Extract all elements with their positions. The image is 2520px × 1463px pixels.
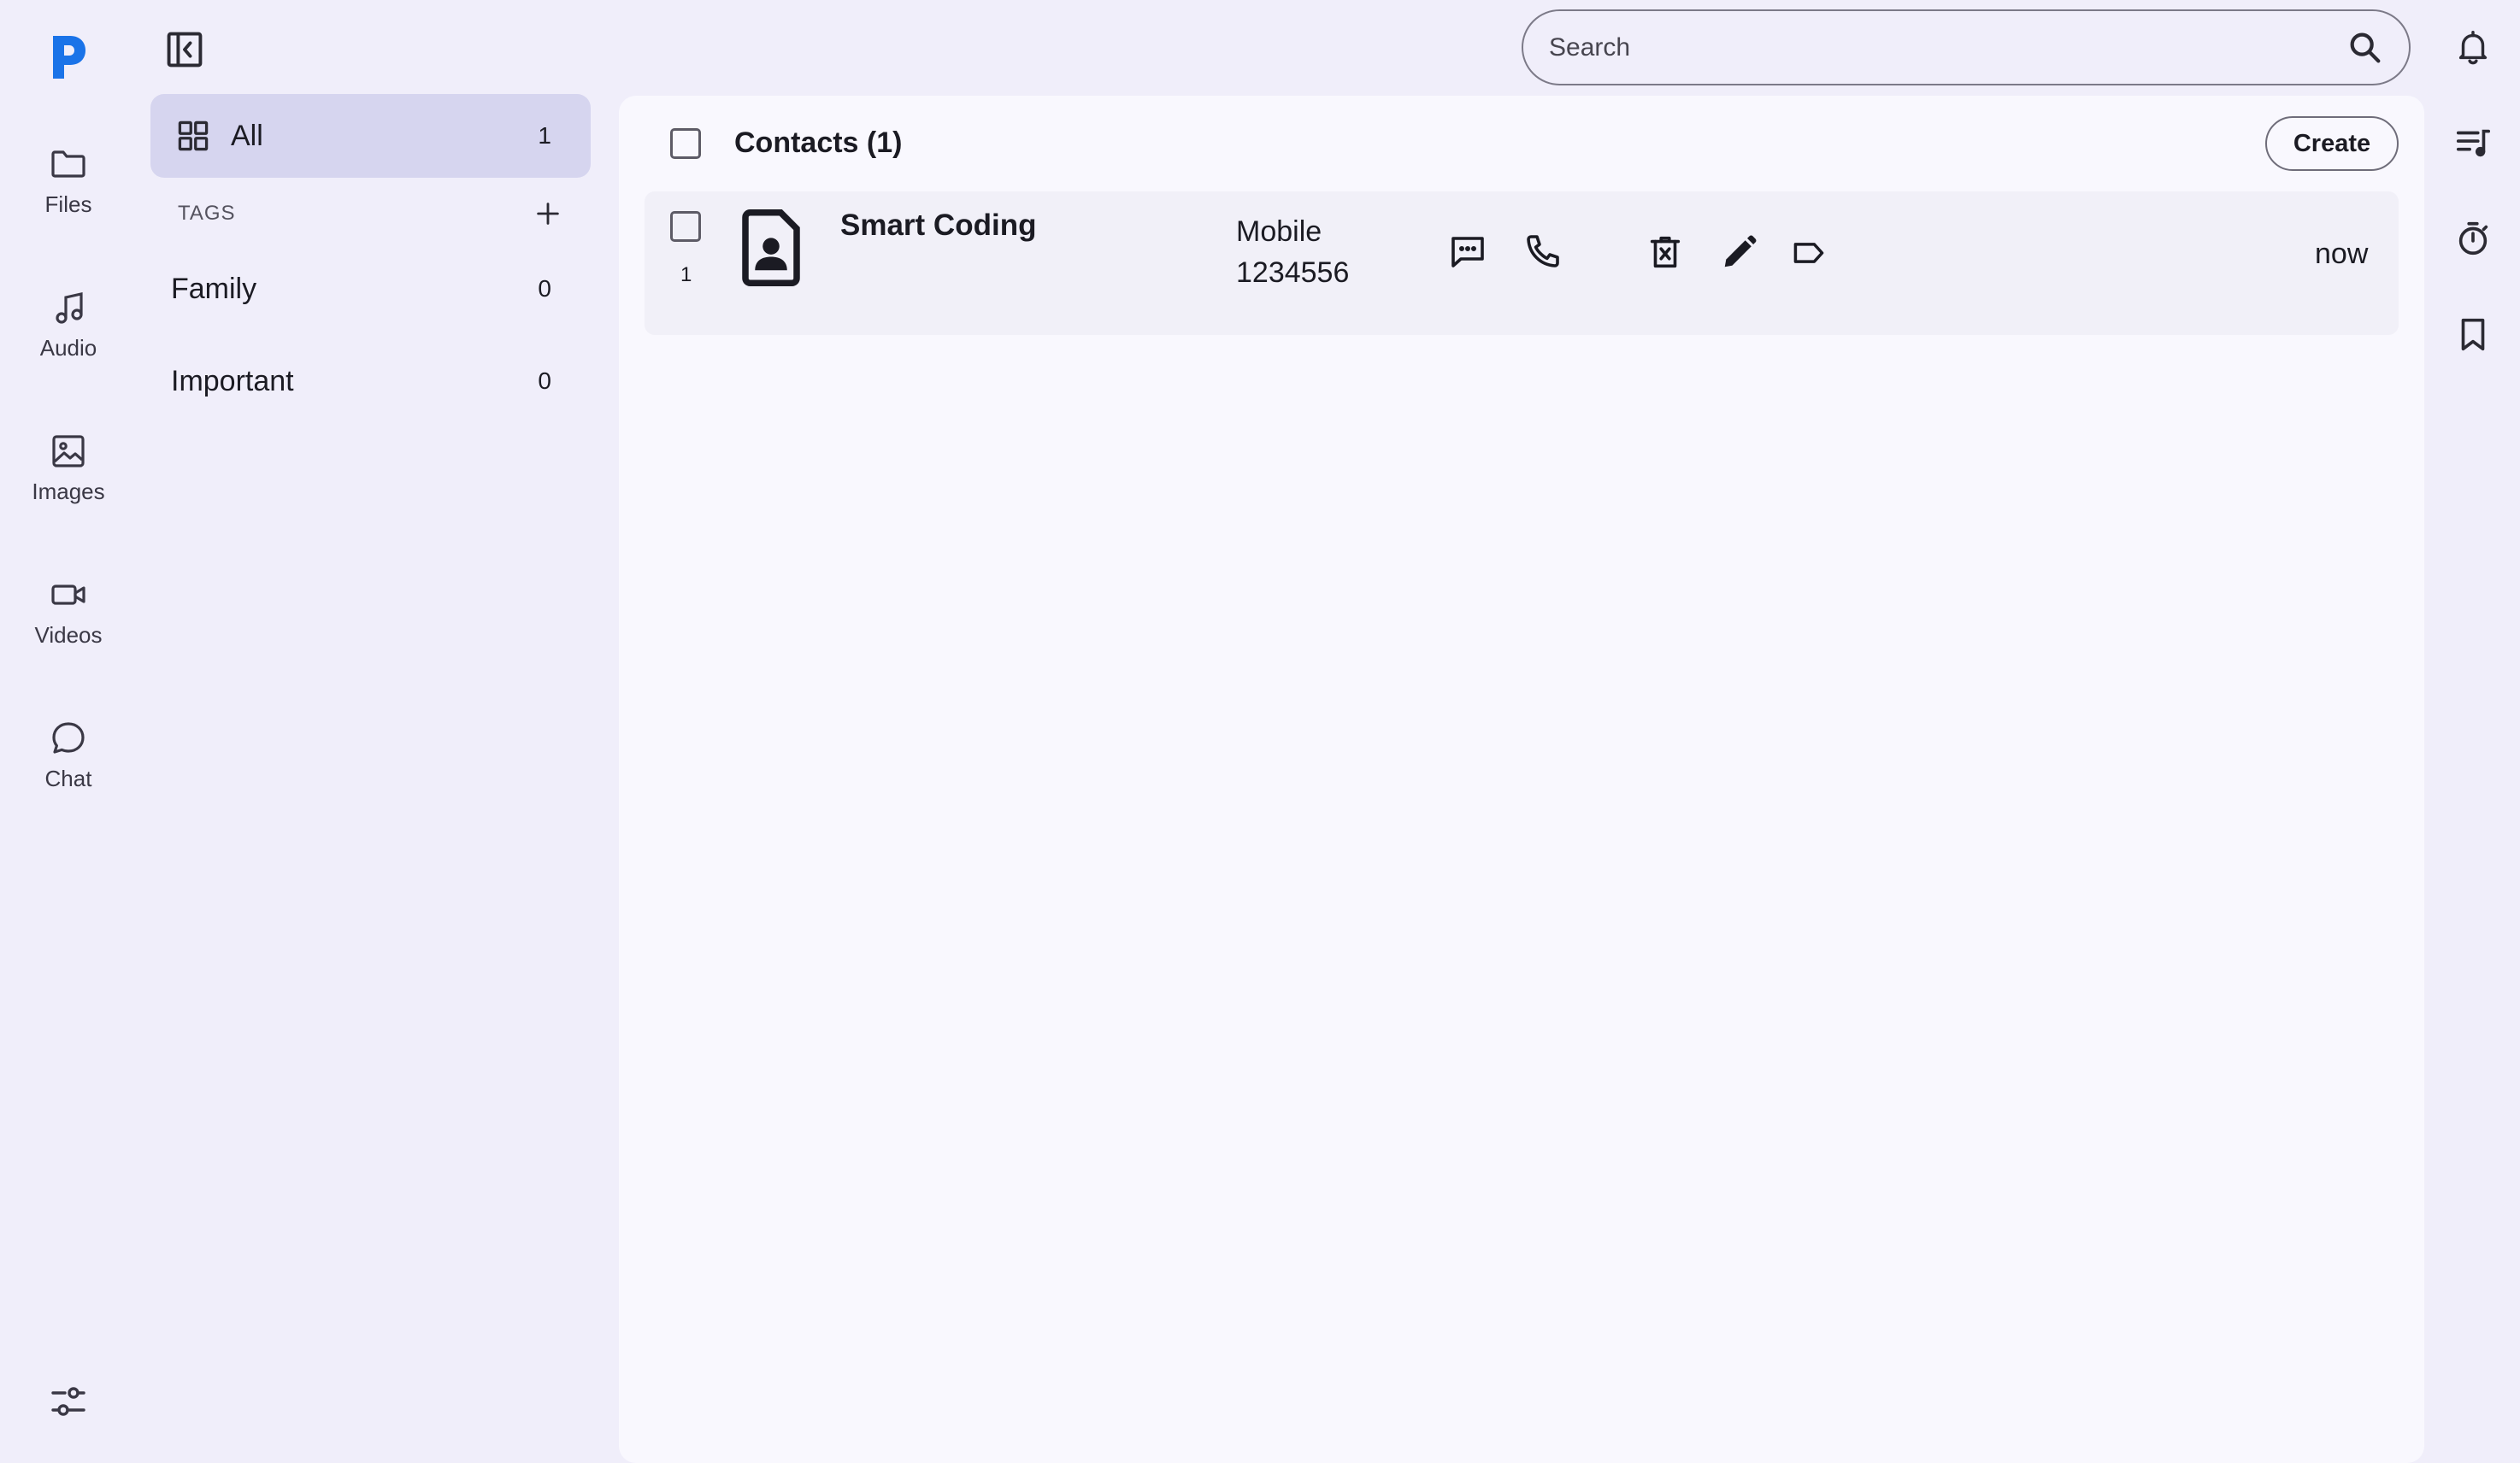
rail-item-files[interactable]: Files	[0, 144, 137, 255]
rail-item-images[interactable]: Images	[0, 431, 137, 542]
sidebar-all-count: 1	[538, 122, 551, 149]
rail-item-chat[interactable]: Chat	[0, 718, 137, 829]
grid-icon	[178, 120, 209, 151]
create-button[interactable]: Create	[2265, 116, 2399, 171]
contact-phone-number: 1234556	[1236, 256, 1350, 289]
add-tag-icon[interactable]	[533, 199, 562, 228]
tag-count: 0	[538, 367, 551, 394]
edit-pencil-icon[interactable]	[1720, 232, 1759, 272]
tag-count: 0	[538, 275, 551, 302]
search-icon[interactable]	[2346, 28, 2385, 68]
rail-label-files: Files	[44, 191, 92, 217]
notifications-bell-icon[interactable]	[2453, 27, 2493, 67]
sidebar-item-all[interactable]: All 1	[150, 94, 591, 178]
search-input[interactable]	[1549, 32, 2346, 62]
contact-phone-type: Mobile	[1236, 215, 1322, 248]
tag-label: Important	[171, 364, 294, 397]
sidebar-tag-important[interactable]: Important 0	[150, 343, 591, 420]
rail-label-audio: Audio	[39, 335, 97, 361]
image-icon	[52, 435, 85, 467]
page-title: Contacts (1)	[734, 126, 903, 159]
select-all-checkbox[interactable]	[670, 128, 701, 159]
delete-icon[interactable]	[1646, 232, 1685, 272]
row-checkbox[interactable]	[670, 211, 701, 242]
bookmark-icon[interactable]	[2453, 314, 2493, 354]
rail-label-chat: Chat	[44, 766, 92, 791]
tags-heading: TAGS	[178, 202, 236, 225]
contact-timestamp: now	[2315, 238, 2369, 270]
playlist-icon[interactable]	[2453, 123, 2493, 162]
chat-bubble-icon	[52, 722, 85, 754]
label-tag-icon[interactable]	[1790, 234, 1828, 272]
app-logo[interactable]	[50, 34, 87, 80]
tags-header: TAGS	[178, 197, 562, 231]
tag-label: Family	[171, 272, 257, 305]
phone-call-icon[interactable]	[1522, 231, 1563, 272]
message-icon[interactable]	[1447, 231, 1488, 272]
contact-card-icon	[742, 209, 800, 286]
sidebar-all-label: All	[231, 119, 263, 152]
contact-name[interactable]: Smart Coding	[840, 209, 1036, 243]
rail-item-audio[interactable]: Audio	[0, 287, 137, 398]
timer-icon[interactable]	[2453, 219, 2493, 258]
nav-rail: Files Audio Images Videos Chat	[0, 0, 137, 1449]
folder-icon	[51, 150, 85, 178]
rail-label-images: Images	[32, 479, 105, 504]
collapse-sidebar-icon[interactable]	[162, 27, 207, 72]
video-camera-icon	[51, 585, 85, 605]
music-note-icon	[56, 292, 83, 324]
sidebar-tag-family[interactable]: Family 0	[150, 250, 591, 327]
row-index: 1	[680, 263, 692, 286]
rail-label-videos: Videos	[34, 622, 103, 648]
tune-settings-icon[interactable]	[48, 1381, 89, 1422]
search-box	[1522, 9, 2411, 85]
rail-item-videos[interactable]: Videos	[0, 574, 137, 685]
